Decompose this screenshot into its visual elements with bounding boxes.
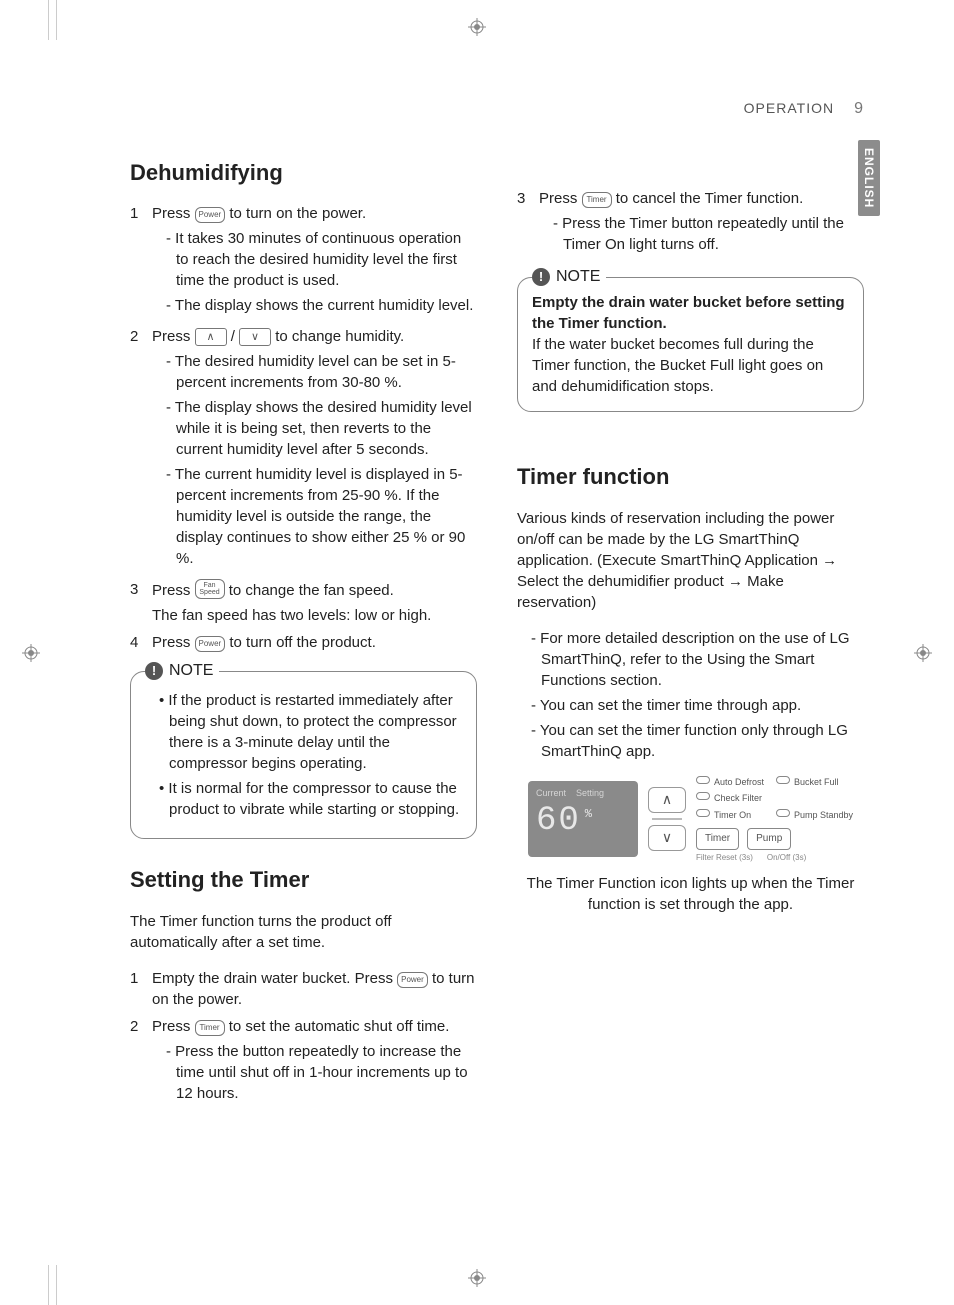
step-number: 3 xyxy=(130,579,152,626)
step-number: 4 xyxy=(130,632,152,653)
step-text: Empty the drain water bucket. Press xyxy=(152,970,397,987)
registration-mark-top-icon xyxy=(468,18,486,36)
note-callout: ! NOTE Empty the drain water bucket befo… xyxy=(517,277,864,412)
indicator-grid: Auto Defrost Bucket Full Check Filter Ti… xyxy=(696,776,853,822)
step-text: to turn off the product. xyxy=(229,634,375,651)
power-button-icon: Power xyxy=(397,972,428,988)
fan-speed-button-icon: Fan Speed xyxy=(195,579,225,599)
lcd-mode-setting: Setting xyxy=(576,787,604,800)
registration-mark-left-icon xyxy=(22,644,40,662)
indicator: Check Filter xyxy=(696,792,853,805)
step-number: 1 xyxy=(130,968,152,1010)
control-panel-diagram: Current Setting 60 % ∧ ∨ Auto Defrost xyxy=(517,776,864,863)
step-text: / xyxy=(231,328,239,345)
up-arrow-icon: ∧ xyxy=(648,787,686,813)
tiny-label: Filter Reset (3s) xyxy=(696,852,753,863)
info-icon: ! xyxy=(532,268,550,286)
timer-function-intro: Various kinds of reservation including t… xyxy=(517,508,864,613)
page-number: 9 xyxy=(854,100,864,118)
step-sub: The current humidity level is displayed … xyxy=(162,464,477,569)
timer-button-icon: Timer xyxy=(582,192,612,208)
registration-mark-right-icon xyxy=(914,644,932,662)
step-text: to change the fan speed. xyxy=(229,582,394,599)
step-text: to cancel the Timer function. xyxy=(616,190,804,207)
device-pump-button: Pump xyxy=(747,828,791,850)
trim-mark xyxy=(48,1265,49,1305)
step-text: Press xyxy=(539,190,582,207)
step-text: Press xyxy=(152,634,195,651)
arrow-pad: ∧ ∨ xyxy=(648,787,686,851)
step-text: to set the automatic shut off time. xyxy=(229,1018,450,1035)
indicator: Pump Standby xyxy=(776,809,853,822)
language-tab: ENGLISH xyxy=(858,140,880,216)
step-text: Press xyxy=(152,328,195,345)
trim-mark xyxy=(48,0,49,40)
lcd-value: 60 xyxy=(536,804,581,838)
diagram-caption: The Timer Function icon lights up when t… xyxy=(517,873,864,915)
tiny-label: On/Off (3s) xyxy=(767,852,806,863)
note-item: If the product is restarted immediately … xyxy=(159,690,462,774)
step-number: 2 xyxy=(130,1016,152,1108)
timer-function-heading: Timer function xyxy=(517,462,864,493)
setting-timer-heading: Setting the Timer xyxy=(130,865,477,896)
timer-button-icon: Timer xyxy=(195,1020,225,1036)
trim-mark xyxy=(56,0,57,40)
note-bold: Empty the drain water bucket before sett… xyxy=(532,292,849,334)
up-button-icon: ∧ xyxy=(195,328,227,346)
step-sub: It takes 30 minutes of continuous operat… xyxy=(162,228,477,291)
timer-bullet: You can set the timer function only thro… xyxy=(527,720,864,762)
lcd-mode-current: Current xyxy=(536,787,566,800)
indicator: Auto Defrost xyxy=(696,776,764,789)
step-tail: The fan speed has two levels: low or hig… xyxy=(152,605,477,626)
note-label: NOTE xyxy=(169,660,213,682)
section-header: OPERATION xyxy=(744,100,834,116)
power-button-icon: Power xyxy=(195,636,226,652)
step-sub: Press the button repeatedly to increase … xyxy=(162,1041,477,1104)
trim-mark xyxy=(56,1265,57,1305)
dehumidifying-heading: Dehumidifying xyxy=(130,158,477,189)
step-number: 2 xyxy=(130,326,152,573)
divider xyxy=(652,818,682,820)
lcd-display: Current Setting 60 % xyxy=(528,781,638,857)
lcd-unit: % xyxy=(585,808,594,820)
step-text: to turn on the power. xyxy=(229,205,366,222)
note-item: It is normal for the compressor to cause… xyxy=(159,778,462,820)
step-sub: The desired humidity level can be set in… xyxy=(162,351,477,393)
step-sub: Press the Timer button repeatedly until … xyxy=(549,213,864,255)
timer-bullet: You can set the timer time through app. xyxy=(527,695,864,716)
step-text: Press xyxy=(152,1018,195,1035)
down-button-icon: ∨ xyxy=(239,328,271,346)
indicator: Timer On xyxy=(696,809,764,822)
timer-bullet: For more detailed description on the use… xyxy=(527,628,864,691)
device-timer-button: Timer xyxy=(696,828,739,850)
power-button-icon: Power xyxy=(195,207,226,223)
note-body: If the water bucket becomes full during … xyxy=(532,334,849,397)
step-number: 1 xyxy=(130,203,152,320)
step-text: Press xyxy=(152,582,195,599)
step-text: to change humidity. xyxy=(275,328,404,345)
note-label: NOTE xyxy=(556,266,600,288)
step-text: Press xyxy=(152,205,195,222)
down-arrow-icon: ∨ xyxy=(648,825,686,851)
indicator: Bucket Full xyxy=(776,776,853,789)
step-sub: The display shows the current humidity l… xyxy=(162,295,477,316)
step-sub: The display shows the desired humidity l… xyxy=(162,397,477,460)
info-icon: ! xyxy=(145,662,163,680)
step-number: 3 xyxy=(517,188,539,259)
setting-timer-intro: The Timer function turns the product off… xyxy=(130,911,477,953)
note-callout: ! NOTE If the product is restarted immed… xyxy=(130,671,477,839)
registration-mark-bottom-icon xyxy=(468,1269,486,1287)
